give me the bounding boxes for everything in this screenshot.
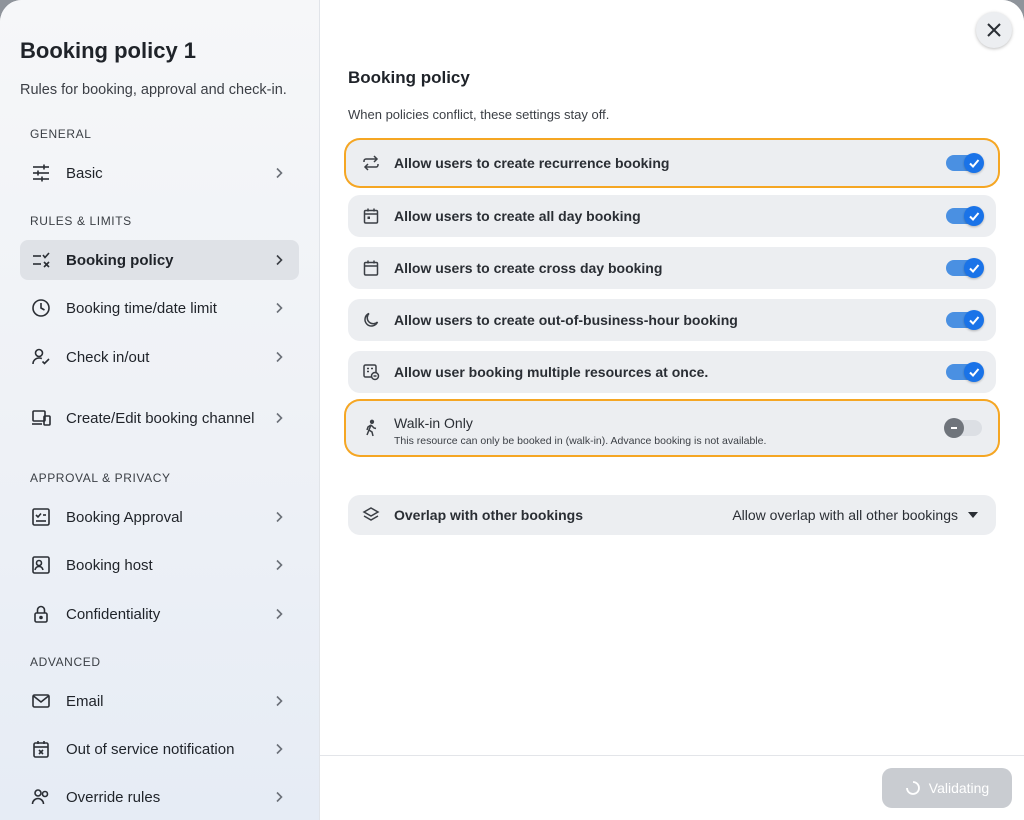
setting-row-out-of-hours: Allow users to create out-of-business-ho… <box>348 299 996 341</box>
lock-icon <box>30 603 52 625</box>
setting-row-recurrence: Allow users to create recurrence booking <box>348 142 996 184</box>
sidebar-item-booking-channel[interactable]: Create/Edit booking channel <box>20 388 299 448</box>
setting-label: Allow user booking multiple resources at… <box>394 364 709 380</box>
multi-resource-icon <box>362 363 380 381</box>
sidebar-item-check-in-out[interactable]: Check in/out <box>20 337 299 377</box>
chevron-right-icon <box>273 351 285 363</box>
close-button[interactable] <box>976 12 1012 48</box>
setting-row-cross-day: Allow users to create cross day booking <box>348 247 996 289</box>
sidebar-item-basic[interactable]: Basic <box>20 153 299 193</box>
close-icon <box>986 22 1002 38</box>
minus-icon <box>944 418 964 438</box>
validate-button-label: Validating <box>928 780 990 796</box>
sidebar-item-booking-time-limit[interactable]: Booking time/date limit <box>20 288 299 328</box>
chevron-right-icon <box>273 791 285 803</box>
approval-icon <box>30 506 52 528</box>
setting-label: Allow users to create recurrence booking <box>394 155 670 171</box>
validate-button[interactable]: Validating <box>882 768 1012 808</box>
sidebar-item-label: Check in/out <box>66 348 150 366</box>
setting-row-walk-in: Walk-in Only This resource can only be b… <box>348 403 996 453</box>
chevron-right-icon <box>273 302 285 314</box>
walk-in-description: This resource can only be booked in (wal… <box>394 435 767 447</box>
check-icon <box>964 362 984 382</box>
chevron-right-icon <box>273 559 285 571</box>
users-icon <box>30 786 52 808</box>
chevron-right-icon <box>273 412 285 424</box>
sidebar-item-label: Booking host <box>66 556 153 574</box>
sidebar-item-label: Basic <box>66 164 103 182</box>
overlap-label: Overlap with other bookings <box>394 507 584 523</box>
all-day-toggle[interactable] <box>946 206 984 226</box>
booking-policy-dialog: Booking policy 1 Rules for booking, appr… <box>0 0 1024 820</box>
sidebar-item-label: Confidentiality <box>66 605 161 623</box>
setting-label: Allow users to create out-of-business-ho… <box>394 312 738 328</box>
sidebar-item-label: Booking Approval <box>66 508 183 526</box>
sidebar-item-booking-host[interactable]: Booking host <box>20 545 299 585</box>
overlap-select[interactable]: Allow overlap with all other bookings <box>732 507 978 523</box>
setting-row-multiple-resources: Allow user booking multiple resources at… <box>348 351 996 393</box>
chevron-right-icon <box>273 608 285 620</box>
overlap-row: Overlap with other bookings Allow overla… <box>348 495 996 535</box>
devices-icon <box>30 407 52 429</box>
spinner-icon <box>905 780 921 796</box>
out-of-hours-toggle[interactable] <box>946 310 984 330</box>
mail-icon <box>30 690 52 712</box>
calendar-x-icon <box>30 738 52 760</box>
section-approval-privacy: APPROVAL & PRIVACY <box>30 471 171 485</box>
walk-icon <box>362 419 380 437</box>
sidebar-item-label: Override rules <box>66 788 161 806</box>
moon-icon <box>362 311 380 329</box>
sidebar-item-email[interactable]: Email <box>20 681 299 721</box>
check-icon <box>964 153 984 173</box>
setting-label: Allow users to create cross day booking <box>394 260 663 276</box>
overlap-selected-value: Allow overlap with all other bookings <box>732 507 958 523</box>
repeat-icon <box>362 154 380 172</box>
clock-icon <box>30 297 52 319</box>
chevron-right-icon <box>273 167 285 179</box>
sidebar-item-label: Out of service notification <box>66 740 235 758</box>
caret-down-icon <box>968 512 978 518</box>
sidebar-item-label: Booking time/date limit <box>66 299 217 317</box>
sidebar-item-label: Booking policy <box>66 251 174 269</box>
sidebar-item-booking-approval[interactable]: Booking Approval <box>20 497 299 537</box>
section-advanced: ADVANCED <box>30 655 101 669</box>
chevron-right-icon <box>273 511 285 523</box>
cross-day-toggle[interactable] <box>946 258 984 278</box>
section-rules-limits: RULES & LIMITS <box>30 214 132 228</box>
user-check-icon <box>30 346 52 368</box>
calendar-icon <box>362 207 380 225</box>
sidebar-item-out-of-service[interactable]: Out of service notification <box>20 729 299 769</box>
sidebar-item-label: Email <box>66 692 104 710</box>
chevron-right-icon <box>273 254 285 266</box>
page-title: Booking policy <box>348 68 470 87</box>
sidebar-item-confidentiality[interactable]: Confidentiality <box>20 594 299 634</box>
list-check-icon <box>30 249 52 271</box>
check-icon <box>964 310 984 330</box>
walk-in-toggle[interactable] <box>944 418 982 438</box>
multiple-resources-toggle[interactable] <box>946 362 984 382</box>
sidebar: Booking policy 1 Rules for booking, appr… <box>0 0 320 820</box>
section-general: GENERAL <box>30 127 92 141</box>
setting-label: Allow users to create all day booking <box>394 208 641 224</box>
host-icon <box>30 554 52 576</box>
walk-in-label: Walk-in Only <box>394 415 473 431</box>
sidebar-subtitle: Rules for booking, approval and check-in… <box>20 82 287 98</box>
recurrence-toggle[interactable] <box>946 153 984 173</box>
sidebar-title: Booking policy 1 <box>20 38 197 63</box>
sidebar-item-override-rules[interactable]: Override rules <box>20 777 299 817</box>
calendar-range-icon <box>362 259 380 277</box>
check-icon <box>964 206 984 226</box>
layers-icon <box>362 506 380 524</box>
chevron-right-icon <box>273 695 285 707</box>
sidebar-item-label: Create/Edit booking channel <box>66 409 255 427</box>
chevron-right-icon <box>273 743 285 755</box>
check-icon <box>964 258 984 278</box>
sliders-icon <box>30 162 52 184</box>
page-description: When policies conflict, these settings s… <box>348 107 610 122</box>
sidebar-item-booking-policy[interactable]: Booking policy <box>20 240 299 280</box>
setting-row-all-day: Allow users to create all day booking <box>348 195 996 237</box>
